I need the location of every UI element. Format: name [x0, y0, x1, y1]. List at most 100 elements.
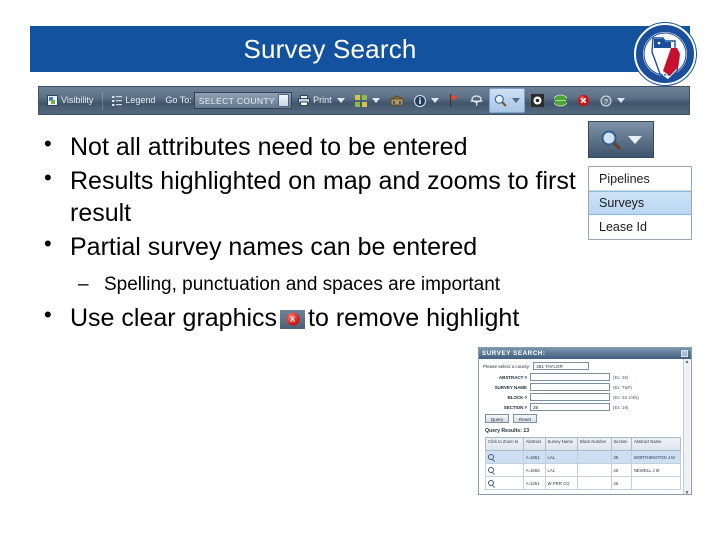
- abstract-field-input[interactable]: [530, 373, 610, 381]
- abstract-field-hint: (Ex: 36): [613, 374, 629, 380]
- section-field-label: SECTION #: [503, 404, 527, 410]
- table-row[interactable]: A-1651 LAL 25 WORTHINGTON J M: [485, 450, 682, 464]
- toolbar-search-button[interactable]: [488, 88, 525, 113]
- scroll-up-arrow-icon[interactable]: ▲: [685, 359, 690, 365]
- search-type-menu[interactable]: Pipelines Surveys Lease Id: [588, 166, 692, 240]
- column-header-abstract-name[interactable]: Abstract Name: [630, 437, 682, 451]
- toolbar-help-button[interactable]: ?: [596, 89, 629, 112]
- survey-search-panel[interactable]: SURVEY SEARCH: □ ▲ ▼ Please select a cou…: [478, 347, 692, 495]
- toolbar-identify-button[interactable]: [410, 89, 443, 112]
- row-block-number: [577, 463, 612, 477]
- legend-icon: [112, 95, 123, 106]
- survey-name-field-input[interactable]: [530, 383, 610, 391]
- flag-marker-icon: [449, 94, 460, 107]
- search-chevron-down-icon[interactable]: [511, 98, 520, 103]
- section-field-row: SECTION # 25 (Ex: 19): [483, 403, 687, 411]
- toolbar-marker-button[interactable]: [445, 89, 464, 112]
- menu-item-lease-id-label: Lease Id: [599, 220, 647, 234]
- visibility-label: Visibility: [61, 95, 94, 105]
- panel-action-buttons: Query Reset: [485, 414, 687, 423]
- print-label: Print: [313, 95, 332, 105]
- minimize-icon[interactable]: □: [681, 350, 688, 357]
- row-abstract: A-1261: [522, 476, 546, 490]
- toolbar-globe-button[interactable]: [550, 89, 571, 112]
- svg-text:★★★: ★★★: [660, 72, 671, 77]
- survey-name-field-label: SURVEY NAME: [494, 384, 528, 390]
- block-field-hint: (Ex: 48 1/4N): [613, 394, 639, 400]
- row-zoom-icon[interactable]: [485, 463, 524, 477]
- toolbar-extent-button[interactable]: [527, 89, 548, 112]
- column-header-survey-name[interactable]: Survey Name: [544, 437, 579, 451]
- zoom-to-icon[interactable]: [488, 453, 494, 460]
- toolbar-measure-button[interactable]: [466, 89, 487, 112]
- page-title: Survey Search: [243, 33, 417, 64]
- table-header-row: Click to Zoom to Abstract Survey Name Bl…: [485, 437, 682, 451]
- toolbar-legend-button[interactable]: Legend: [108, 89, 159, 112]
- help-chevron-down-icon[interactable]: [616, 98, 625, 103]
- row-block-number: [577, 450, 612, 464]
- county-select[interactable]: SELECT COUNTY: [193, 92, 293, 109]
- county-selector-value[interactable]: 481 TAYLOR: [533, 362, 590, 370]
- block-field-input[interactable]: [530, 393, 610, 401]
- abstract-field-label: ABSTRACT #: [498, 374, 527, 380]
- goto-label: Go To:: [165, 95, 192, 105]
- row-section: 25: [610, 450, 632, 464]
- inline-clear-graphics-glyph: x: [286, 312, 300, 326]
- block-field-row: BLOCK # (Ex: 48 1/4N): [483, 393, 687, 401]
- layers-chevron-down-icon[interactable]: [371, 98, 380, 103]
- row-zoom-icon[interactable]: [485, 476, 524, 490]
- query-results-label: Query Results:: [485, 428, 522, 434]
- toolbar-basemap-button[interactable]: [386, 89, 408, 112]
- column-header-section[interactable]: Section: [610, 437, 632, 451]
- full-extent-icon: [530, 94, 544, 107]
- panel-scrollbar[interactable]: ▲ ▼: [683, 359, 690, 494]
- row-abstract: A-1655: [522, 463, 546, 477]
- menu-item-lease-id[interactable]: Lease Id: [589, 215, 691, 239]
- section-field-input[interactable]: 25: [530, 403, 610, 411]
- county-selector-label: Please select a county:: [483, 363, 531, 369]
- menu-item-pipelines-label: Pipelines: [599, 171, 650, 186]
- toolbar-clear-graphics-button[interactable]: [573, 89, 594, 112]
- slide-canvas: Survey Search ★★★ Visibility Legend Go T…: [0, 0, 720, 540]
- slide-body-text: Not all attributes need to be entered Re…: [26, 130, 586, 336]
- help-icon: ?: [600, 95, 612, 107]
- abstract-field-row: ABSTRACT # (Ex: 36): [483, 373, 687, 381]
- query-results-header: Query Results: 13: [485, 428, 687, 434]
- toolbar-layers-button[interactable]: [351, 89, 384, 112]
- query-button[interactable]: Query: [485, 414, 509, 423]
- toolbar-visibility-button[interactable]: Visibility: [43, 89, 97, 112]
- menu-item-surveys[interactable]: Surveys: [589, 191, 691, 215]
- column-header-abstract[interactable]: Abstract: [522, 437, 546, 451]
- column-header-zoom[interactable]: Click to Zoom to: [485, 437, 524, 451]
- table-row[interactable]: A-1261 W PRR CO 25: [485, 476, 682, 490]
- query-results-table: Click to Zoom to Abstract Survey Name Bl…: [485, 437, 682, 490]
- print-chevron-down-icon[interactable]: [336, 98, 345, 103]
- toolbar-print-button[interactable]: Print: [294, 89, 349, 112]
- search-dropdown-chevron-down-icon[interactable]: [628, 135, 642, 144]
- basemap-icon: [390, 94, 404, 107]
- survey-name-field-row: SURVEY NAME (Ex: T&P): [483, 383, 687, 391]
- visibility-layers-icon: [47, 95, 58, 106]
- identify-chevron-down-icon[interactable]: [430, 98, 439, 103]
- reset-button[interactable]: Reset: [513, 414, 537, 423]
- search-type-dropdown-button[interactable]: [588, 121, 654, 158]
- zoom-to-icon[interactable]: [488, 466, 494, 473]
- legend-label: Legend: [125, 95, 156, 105]
- county-select-arrow-icon[interactable]: [278, 94, 290, 107]
- table-row[interactable]: A-1655 LAL 25 NEWELL J M: [485, 463, 682, 477]
- row-section: 25: [610, 476, 632, 490]
- column-header-block-number[interactable]: Block Number: [577, 437, 612, 451]
- info-icon: [413, 94, 426, 107]
- menu-item-pipelines[interactable]: Pipelines: [589, 167, 691, 191]
- row-zoom-icon[interactable]: [485, 450, 524, 464]
- section-field-hint: (Ex: 19): [613, 404, 629, 410]
- row-abstract: A-1651: [522, 450, 546, 464]
- rrc-seal-logo: ★★★: [634, 23, 696, 85]
- bullet-item-4-text-before: Use clear graphics: [70, 303, 278, 332]
- bullet-item-2: Results highlighted on map and zooms to …: [26, 164, 586, 229]
- query-results-count: 13: [523, 428, 530, 434]
- zoom-to-icon[interactable]: [488, 479, 494, 486]
- map-toolbar[interactable]: Visibility Legend Go To: SELECT COUNTY P…: [38, 86, 690, 115]
- globe-icon: [552, 94, 568, 107]
- scroll-down-arrow-icon[interactable]: ▼: [685, 490, 690, 494]
